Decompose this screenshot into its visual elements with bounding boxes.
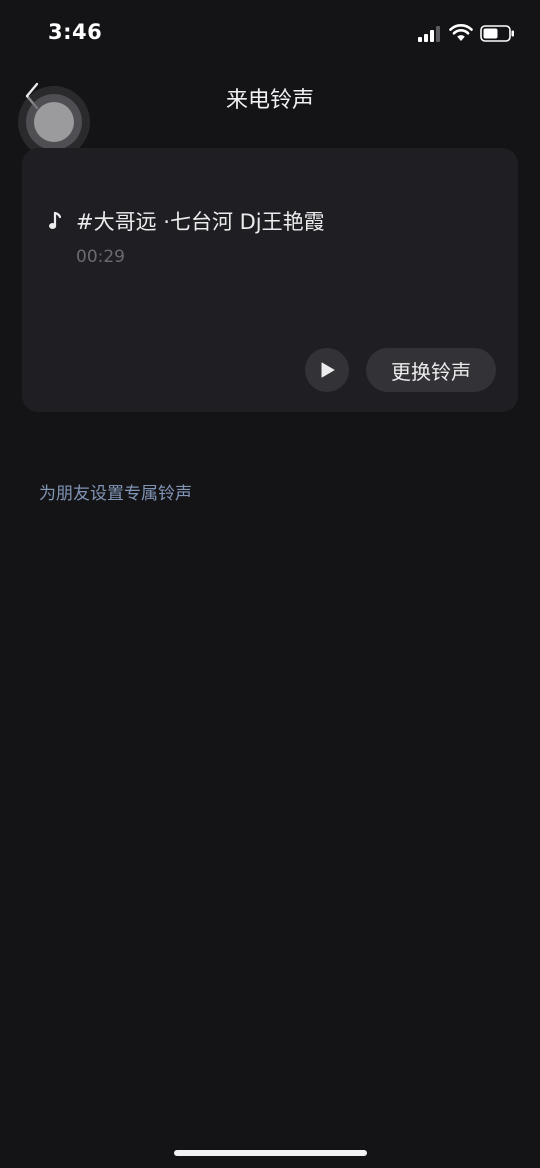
friend-ringtone-link[interactable]: 为朋友设置专属铃声	[39, 479, 192, 504]
play-button[interactable]	[305, 348, 349, 392]
wifi-icon	[449, 24, 473, 41]
home-indicator[interactable]	[174, 1150, 367, 1156]
play-icon	[321, 362, 335, 378]
signal-icon	[418, 26, 440, 42]
song-duration: 00:29	[76, 247, 125, 267]
status-bar: 3:46	[0, 0, 540, 70]
assistive-touch-ring	[26, 94, 82, 150]
song-title: #大哥远 ·七台河 Dj王艳霞	[76, 210, 325, 234]
battery-icon	[480, 25, 514, 42]
status-time: 3:46	[48, 20, 103, 44]
music-note-icon	[49, 211, 62, 229]
ringtone-card: #大哥远 ·七台河 Dj王艳霞 00:29 更换铃声	[22, 148, 518, 412]
assistive-touch-core	[34, 102, 74, 142]
change-ringtone-button[interactable]: 更换铃声	[366, 348, 496, 392]
